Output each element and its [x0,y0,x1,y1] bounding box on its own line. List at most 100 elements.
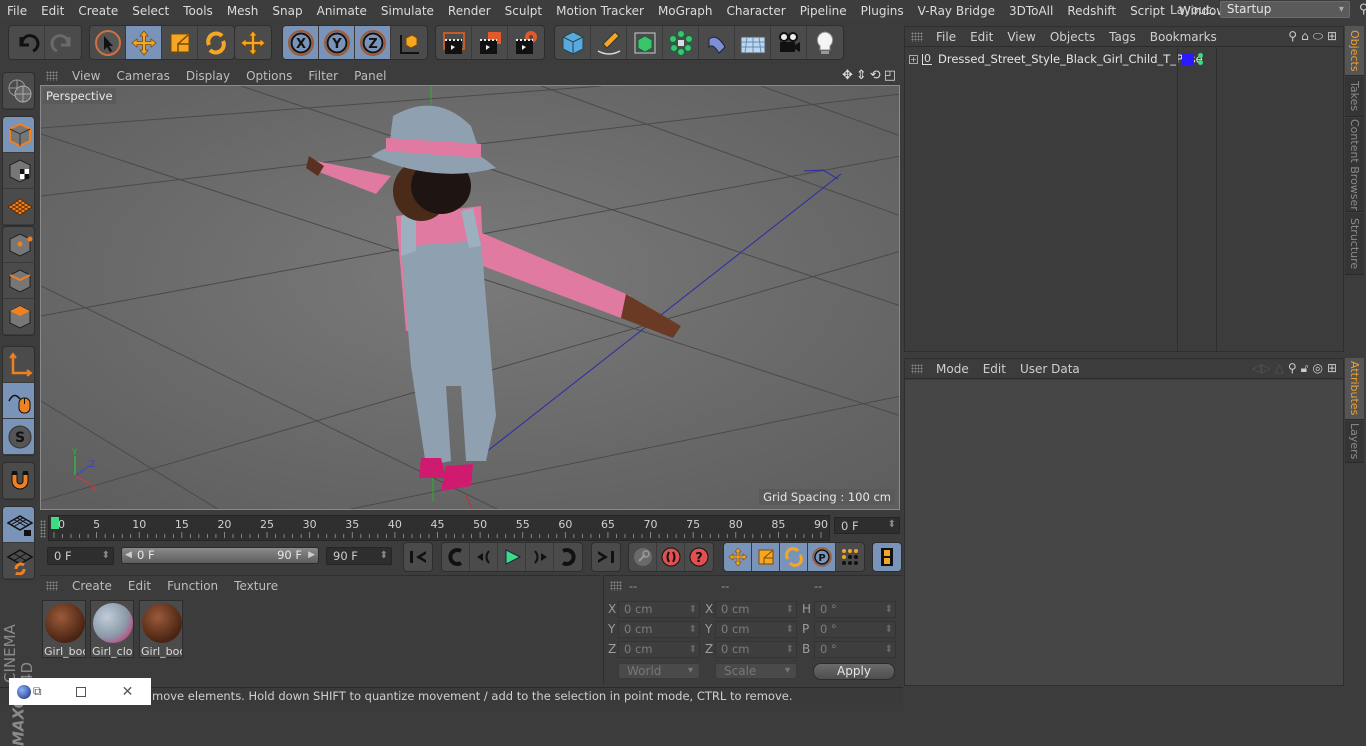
key-position-button[interactable] [724,543,752,571]
scale-tool-button[interactable] [162,26,198,59]
dolly-view-icon[interactable]: ⇕ [856,68,867,83]
menu-plugins[interactable]: Plugins [854,4,911,18]
rot-b-field[interactable]: 0 ° [814,641,896,658]
timeline-grip-icon[interactable] [40,520,46,538]
object-row[interactable]: + 0 Dressed_Street_Style_Black_Girl_Chil… [905,49,1343,69]
menu-sculpt[interactable]: Sculpt [498,4,549,18]
workplane-mode-button[interactable] [3,189,34,225]
rotate-tool-button[interactable] [198,26,234,59]
timeline-ruler[interactable]: 0 5 10 15 20 25 30 35 40 45 50 55 60 65 70 75 80 85 90 [48,515,830,541]
pos-x-field[interactable]: 0 cm [618,601,700,618]
menu-simulate[interactable]: Simulate [374,4,441,18]
autokeying-button[interactable]: ? [685,543,713,571]
undo-button[interactable] [9,26,45,59]
viewport-menu-filter[interactable]: Filter [300,69,346,83]
menu-motion-tracker[interactable]: Motion Tracker [549,4,651,18]
z-axis-button[interactable]: Z [355,26,391,59]
menu-file[interactable]: File [0,4,34,18]
polygons-mode-button[interactable] [3,299,34,335]
timeline-window-button[interactable] [873,543,901,571]
viewport-menu-display[interactable]: Display [178,69,238,83]
redo-button[interactable] [45,26,81,59]
tab-content-browser[interactable]: Content Browser [1345,118,1364,212]
render-picture-viewer-button[interactable] [472,26,508,59]
panel-grip-icon[interactable] [46,580,58,591]
perspective-viewport[interactable]: Y Z X Perspective Grid Spacing : 100 cm [40,85,900,510]
range-left-arrow-icon[interactable]: ◀ [125,548,132,563]
end-frame-field[interactable]: 90 F [326,547,392,565]
material-swatch[interactable]: Girl_boc [42,600,86,658]
tab-structure[interactable]: Structure [1345,213,1364,275]
menu-mesh[interactable]: Mesh [220,4,266,18]
add-cloner-button[interactable] [663,26,699,59]
record-keys-button[interactable] [657,543,685,571]
viewport-menu-view[interactable]: View [64,69,108,83]
y-axis-button[interactable]: Y [319,26,355,59]
new-panel-icon[interactable]: ⊞ [1327,361,1337,376]
search-icon[interactable]: ⚲ [1288,29,1297,44]
viewport-menu-panel[interactable]: Panel [346,69,394,83]
motion-clip-button[interactable] [629,543,657,571]
toggle-layout-icon[interactable]: ◰ [884,68,896,83]
menu-animate[interactable]: Animate [310,4,374,18]
next-key-button[interactable] [554,543,582,571]
tab-takes[interactable]: Takes [1345,77,1364,117]
solo-mode-button[interactable]: S [3,419,34,455]
menu-tools[interactable]: Tools [176,4,220,18]
pan-view-icon[interactable]: ✥ [842,68,853,83]
object-menu-view[interactable]: View [1000,30,1042,44]
search-icon[interactable]: ⚲ [1359,2,1366,17]
add-light-button[interactable] [807,26,843,59]
link-icon[interactable]: ⬭ [1313,29,1323,44]
object-menu-file[interactable]: File [929,30,963,44]
add-floor-button[interactable] [735,26,771,59]
layer-color-swatch[interactable] [1182,53,1194,65]
coordinate-system-button[interactable] [391,26,427,59]
tab-attributes[interactable]: Attributes [1345,358,1364,420]
coordinate-mode-dropdown[interactable]: World [618,663,700,679]
menu-select[interactable]: Select [125,4,176,18]
recent-tool-button[interactable] [235,26,271,59]
tab-objects[interactable]: Objects [1345,26,1364,76]
model-mode-button[interactable] [3,117,34,153]
tab-layers[interactable]: Layers [1345,421,1364,463]
menu-render[interactable]: Render [441,4,498,18]
panel-grip-icon[interactable] [911,363,923,374]
search-icon[interactable]: ⚲ [1288,361,1297,376]
pos-y-field[interactable]: 0 cm [618,621,700,638]
key-pla-button[interactable] [836,543,864,571]
attributes-menu-edit[interactable]: Edit [976,362,1013,376]
preview-range-slider[interactable]: ◀ 0 F 90 F ▶ [121,547,319,564]
add-subdivision-button[interactable] [627,26,663,59]
x-axis-button[interactable]: X [283,26,319,59]
current-frame-field[interactable]: 0 F [834,517,900,534]
render-view-button[interactable] [436,26,472,59]
move-tool-button[interactable] [126,26,162,59]
layout-dropdown[interactable]: Startup [1219,1,1350,18]
target-icon[interactable]: ◎ [1312,361,1322,376]
material-swatch[interactable]: Girl_clot [90,600,134,658]
add-camera-button[interactable] [771,26,807,59]
viewport-menu-options[interactable]: Options [238,69,300,83]
edges-mode-button[interactable] [3,263,34,299]
apply-button[interactable]: Apply [813,663,895,680]
cinema4d-app-icon[interactable] [17,684,31,699]
menu-redshift[interactable]: Redshift [1060,4,1123,18]
points-mode-button[interactable] [3,227,34,263]
make-editable-button[interactable] [3,73,34,109]
object-menu-tags[interactable]: Tags [1102,30,1143,44]
lock-icon[interactable]: 🔓︎ [1301,361,1309,376]
workplane-sync-button[interactable] [3,543,34,579]
material-menu-create[interactable]: Create [64,579,120,593]
render-settings-button[interactable] [508,26,544,59]
previous-frame-button[interactable] [470,543,498,571]
live-selection-button[interactable] [90,26,126,59]
object-name[interactable]: Dressed_Street_Style_Black_Girl_Child_T_… [938,52,1203,66]
back-arrow-icon[interactable]: ◁▷ [1252,361,1270,376]
material-menu-edit[interactable]: Edit [120,579,159,593]
key-parameter-button[interactable]: P [808,543,836,571]
add-deformer-button[interactable] [699,26,735,59]
snap-button[interactable] [3,463,34,499]
rot-p-field[interactable]: 0 ° [814,621,896,638]
menu-pipeline[interactable]: Pipeline [793,4,854,18]
